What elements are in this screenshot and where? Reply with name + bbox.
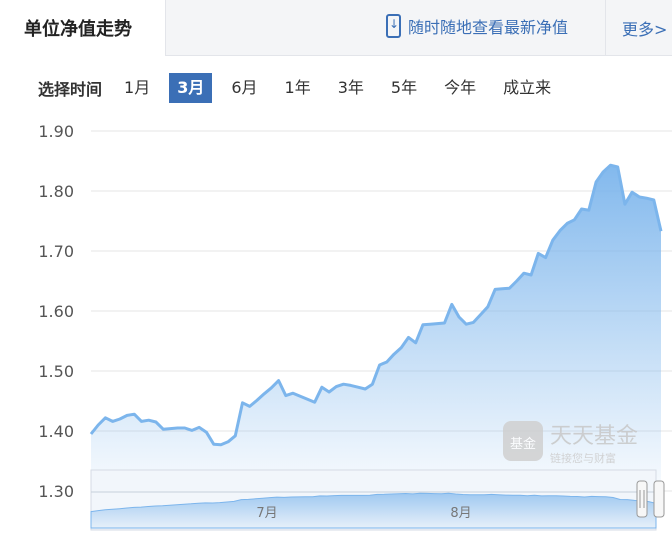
navigator-handle-left[interactable]	[636, 480, 648, 518]
nav-chart: 1.90 1.80 1.70 1.60 1.50 1.40 1.30 基金 天天基金 链接您…	[38, 122, 672, 531]
y-tick-label: 1.50	[38, 362, 74, 381]
navigator-tick-jul: 7月	[256, 506, 277, 521]
y-tick-label: 1.80	[38, 182, 74, 201]
y-tick-label: 1.70	[38, 242, 74, 261]
y-tick-label: 1.90	[38, 122, 74, 141]
navigator-handle-right[interactable]	[653, 480, 665, 518]
watermark-badge: 基金	[510, 436, 536, 452]
range-navigator[interactable]: 7月 8月	[90, 469, 665, 531]
y-tick-label: 1.60	[38, 302, 74, 321]
watermark-title: 天天基金	[550, 424, 638, 449]
y-tick-label: 1.40	[38, 422, 74, 441]
y-tick-label: 1.30	[38, 482, 74, 501]
navigator-tick-aug: 8月	[450, 506, 471, 521]
watermark-subtitle: 链接您与财富	[550, 451, 616, 465]
